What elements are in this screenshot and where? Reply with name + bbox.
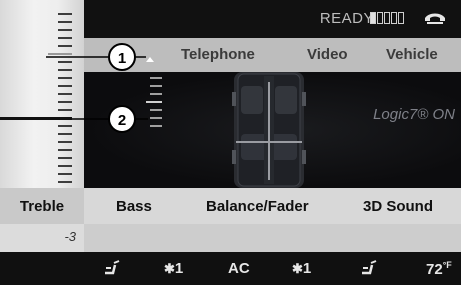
menu-item-telephone[interactable]: Telephone: [181, 46, 255, 63]
signal-bars-icon: [370, 12, 404, 24]
left-fan-display: ✱1: [164, 260, 183, 277]
seat-vent-icon: [105, 260, 120, 275]
temperature-unit: °F: [442, 260, 452, 270]
menu-item-vehicle[interactable]: Vehicle: [386, 46, 438, 63]
sound-display: Logic7® ON: [84, 72, 461, 188]
comand-display: Treble -3 READY Telephone Video Vehicle: [0, 0, 461, 285]
scale-tick: [58, 93, 72, 95]
status-bar: READY: [84, 0, 461, 38]
seat-vent-icon: [362, 260, 377, 275]
scale-tick: [58, 45, 72, 47]
scale-tick: [58, 173, 72, 175]
scale-tick: [58, 165, 72, 167]
temperature-value: 72: [426, 261, 443, 278]
sound-submenu-area: [84, 224, 461, 252]
menu-item-video[interactable]: Video: [307, 46, 348, 63]
menu-item-3d-sound[interactable]: 3D Sound: [363, 198, 433, 215]
menu-item-bass[interactable]: Bass: [116, 198, 152, 215]
scale-marker-light: [48, 53, 72, 55]
treble-level-indicator: [0, 117, 72, 120]
menu-marker-icon: [146, 57, 154, 62]
treble-tab[interactable]: Treble: [0, 188, 84, 224]
scale-tick: [58, 141, 72, 143]
treble-scale[interactable]: [0, 0, 84, 188]
sound-menu-bar: Bass Balance/Fader 3D Sound: [84, 188, 461, 224]
menu-item-balance-fader[interactable]: Balance/Fader: [206, 198, 309, 215]
right-fan-level: 1: [302, 260, 312, 277]
scale-tick: [58, 13, 72, 15]
left-fan-level: 1: [174, 260, 184, 277]
scale-tick: [58, 29, 72, 31]
fan-icon: ✱: [164, 261, 175, 276]
scale-tick: [58, 77, 72, 79]
temperature-display: 72°F: [426, 260, 452, 278]
scale-tick: [58, 149, 72, 151]
scale-tick: [58, 109, 72, 111]
scale-tick: [58, 101, 72, 103]
scale-tick: [58, 181, 72, 183]
phone-icon: [425, 13, 445, 24]
scale-tick: [58, 85, 72, 87]
treble-value: -3: [64, 229, 76, 244]
scale-tick: [58, 125, 72, 127]
main-menu-bar: Telephone Video Vehicle: [84, 38, 461, 72]
scale-tick: [58, 37, 72, 39]
scale-tick: [58, 21, 72, 23]
right-fan-display: ✱1: [292, 260, 311, 277]
treble-label: Treble: [19, 197, 65, 215]
scale-tick: [58, 69, 72, 71]
ac-label: AC: [228, 260, 250, 277]
treble-value-cell: -3: [0, 224, 84, 252]
scale-tick: [58, 157, 72, 159]
logic7-status: Logic7® ON: [373, 106, 455, 123]
scale-tick: [58, 61, 72, 63]
car-top-view-icon: [232, 72, 306, 188]
fan-icon: ✱: [292, 261, 303, 276]
climate-bar: ✱1 AC ✱1 72°F: [0, 252, 461, 285]
scale-tick: [58, 133, 72, 135]
ready-status: READY: [319, 10, 374, 27]
